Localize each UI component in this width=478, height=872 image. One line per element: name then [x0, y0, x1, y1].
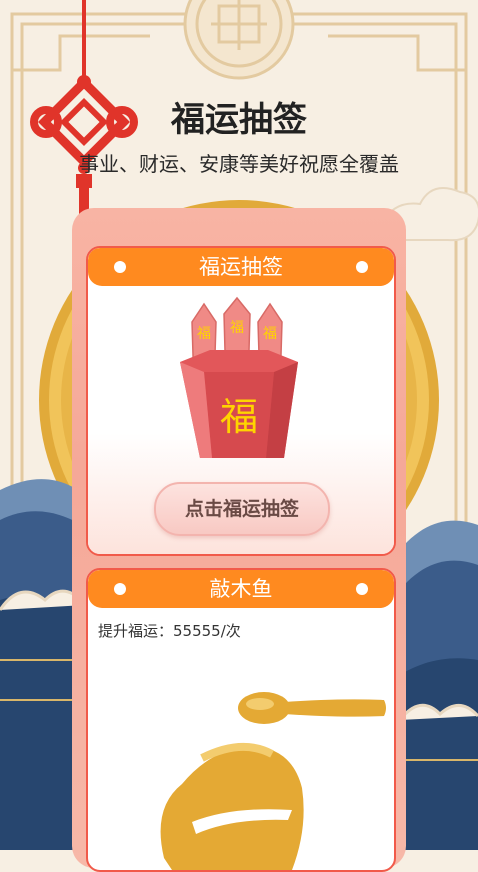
fortune-bucket-icon[interactable]: 福 福 福 福: [174, 292, 304, 472]
page-title: 福运抽签: [171, 100, 307, 140]
mallet-icon: [238, 692, 386, 724]
fortune-card-body: 福 福 福 福 点击福运抽签: [88, 286, 394, 554]
fortune-card-title: 福运抽签: [199, 255, 283, 279]
fortune-boost-text: 提升福运：55555/次: [98, 622, 241, 640]
stick-char-2: 福: [230, 320, 244, 336]
woodfish-card-title: 敲木鱼: [209, 577, 273, 601]
stick-char-1: 福: [197, 326, 211, 342]
header-dot-right: [356, 261, 368, 273]
header-dot-left: [114, 261, 126, 273]
header-dot-left: [114, 583, 126, 595]
bucket-char: 福: [220, 395, 258, 439]
wooden-fish-card: 敲木鱼 提升福运：55555/次: [86, 568, 396, 872]
woodfish-body: [160, 742, 304, 870]
draw-fortune-button[interactable]: 点击福运抽签: [154, 482, 330, 536]
page-subtitle: 事业、财运、安康等美好祝愿全覆盖: [79, 152, 399, 176]
stick-char-3: 福: [263, 326, 277, 342]
fortune-draw-card: 福运抽签 福 福 福 福 点击福运抽签: [86, 246, 396, 556]
fortune-card-header: 福运抽签: [88, 248, 394, 286]
header-dot-right: [356, 583, 368, 595]
wooden-fish-icon[interactable]: [152, 688, 392, 870]
woodfish-card-header: 敲木鱼: [88, 570, 394, 608]
